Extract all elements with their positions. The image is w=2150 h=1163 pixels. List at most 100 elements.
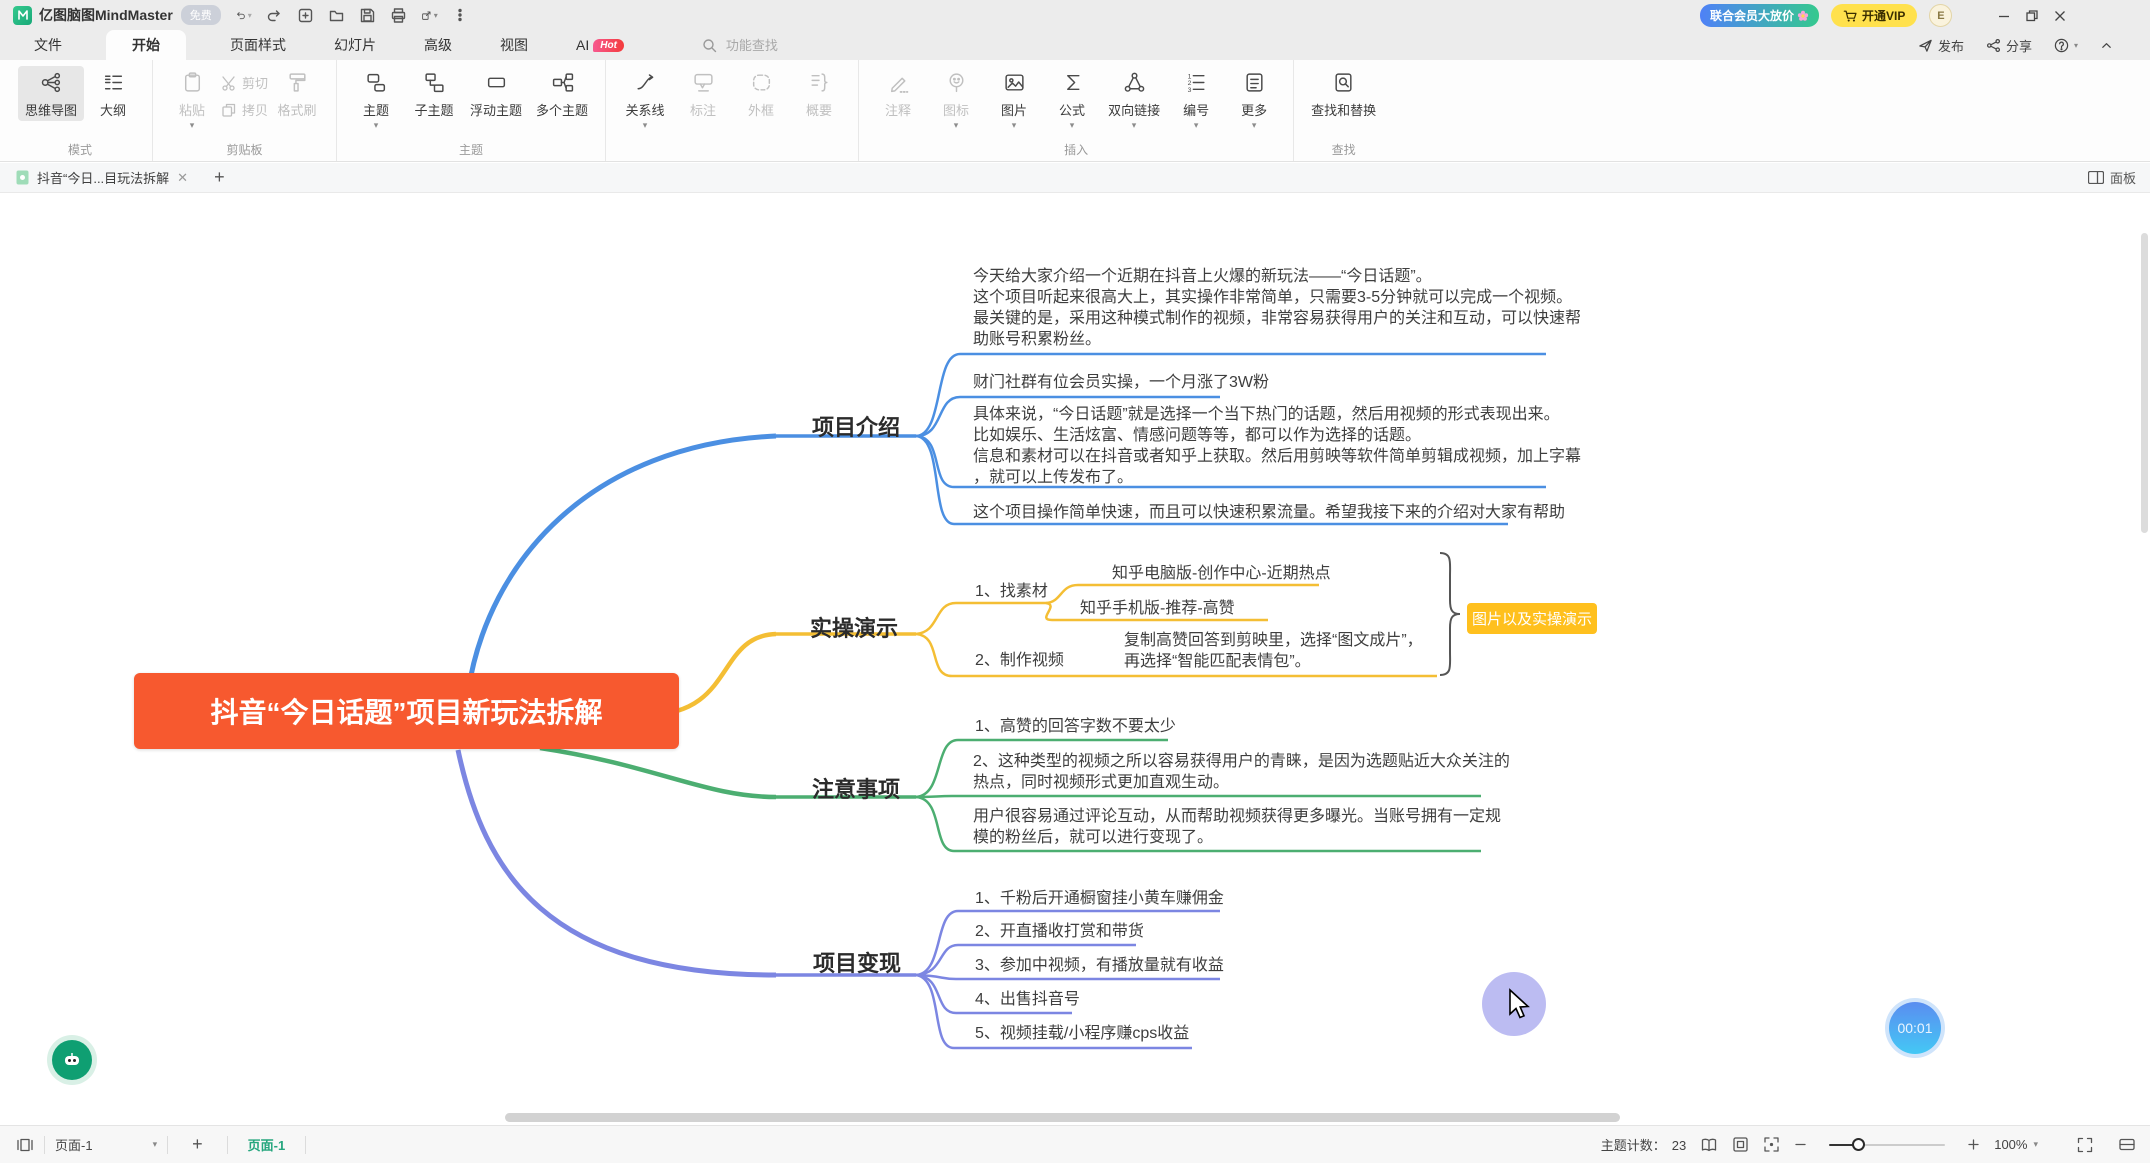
tab-file[interactable]: 文件	[30, 30, 66, 60]
topic-button[interactable]: 主题 ▾	[347, 66, 405, 132]
ai-assistant-button[interactable]	[47, 1035, 97, 1085]
more-quick-actions-icon[interactable]	[452, 7, 469, 24]
share-button[interactable]: 分享	[1986, 36, 2032, 55]
central-topic[interactable]: 抖音“今日话题”项目新玩法拆解	[134, 673, 679, 749]
presentation-preview-button[interactable]	[1763, 1136, 1780, 1153]
zoom-slider[interactable]	[1829, 1138, 1945, 1152]
topic-notes-2[interactable]: 2、这种类型的视频之所以容易获得用户的青睐，是因为选题贴近大众关注的 热点，同时…	[973, 751, 1510, 793]
add-page-button[interactable]: +	[178, 1134, 217, 1155]
format-painter-button[interactable]: 格式刷	[268, 66, 326, 121]
app-title: 亿图脑图MindMaster	[39, 5, 173, 25]
vertical-scrollbar[interactable]	[2141, 233, 2148, 533]
subtopic-button[interactable]: 子主题	[405, 66, 463, 121]
outline-mode-button[interactable]: 大纲	[84, 66, 142, 121]
more-insert-button[interactable]: 更多 ▾	[1225, 66, 1283, 132]
print-button[interactable]	[390, 7, 407, 24]
active-page-tab[interactable]: 页面-1	[238, 1135, 296, 1154]
branch-label-monetize[interactable]: 项目变现	[813, 946, 901, 978]
summary-button[interactable]: 概要	[790, 66, 848, 121]
icon-marker-button[interactable]: 图标 ▾	[927, 66, 985, 132]
minimize-button[interactable]	[1990, 5, 2018, 27]
topic-monetize-3[interactable]: 3、参加中视频，有播放量就有收益	[975, 955, 1224, 976]
topic-monetize-2[interactable]: 2、开直播收打赏和带货	[975, 921, 1144, 942]
zoom-level-dropdown[interactable]: 100%▾	[1994, 1137, 2038, 1152]
summary-topic[interactable]: 图片以及实操演示	[1467, 603, 1597, 634]
formula-button[interactable]: 公式 ▾	[1043, 66, 1101, 132]
member-promo-badge[interactable]: 联合会员大放价	[1700, 4, 1819, 27]
save-button[interactable]	[359, 7, 376, 24]
tab-home[interactable]: 开始	[106, 30, 186, 60]
document-tab[interactable]: 抖音“今日...目玩法拆解 ✕	[0, 163, 200, 192]
tab-ai[interactable]: AIHot	[572, 30, 628, 60]
topic-monetize-4[interactable]: 4、出售抖音号	[975, 989, 1080, 1010]
new-tab-button[interactable]: +	[214, 167, 225, 188]
topic-intro-2[interactable]: 财门社群有位会员实操，一个月涨了3W粉	[973, 372, 1269, 393]
search-icon	[702, 38, 717, 53]
numbering-button[interactable]: 123 编号 ▾	[1167, 66, 1225, 132]
multiple-topics-button[interactable]: 多个主题	[529, 66, 595, 121]
fit-to-window-button[interactable]	[1732, 1136, 1749, 1153]
paste-button[interactable]: 粘贴 ▾	[163, 66, 221, 132]
zoom-out-button[interactable]	[1794, 1138, 1807, 1151]
redo-button[interactable]	[266, 7, 283, 24]
horizontal-scrollbar[interactable]	[505, 1113, 1620, 1122]
find-replace-button[interactable]: 查找和替换	[1304, 66, 1383, 121]
topic-notes-1[interactable]: 1、高赞的回答字数不要太少	[975, 716, 1176, 737]
boundary-button[interactable]: 外框	[732, 66, 790, 121]
publish-button[interactable]: 发布	[1918, 36, 1964, 55]
tab-view[interactable]: 视图	[496, 30, 532, 60]
topic-intro-3[interactable]: 具体来说，“今日话题”就是选择一个当下热门的话题，然后用视频的形式表现出来。 比…	[973, 404, 1581, 488]
undo-button[interactable]: ▾	[235, 7, 252, 24]
user-avatar[interactable]: E	[1929, 4, 1952, 27]
page-select-dropdown[interactable]: 页面-1▾	[55, 1135, 157, 1154]
close-button[interactable]	[2046, 5, 2074, 27]
reading-view-button[interactable]	[1700, 1137, 1718, 1153]
floating-topic-button[interactable]: 浮动主题	[463, 66, 529, 121]
collapse-ribbon-button[interactable]	[2100, 39, 2113, 52]
restore-button[interactable]	[2018, 5, 2046, 27]
ribbon-group-topic: 主题 ▾ 子主题 浮动主题 多个主题 主题	[337, 60, 606, 161]
search-input[interactable]	[724, 37, 828, 54]
mouse-cursor	[1504, 988, 1534, 1022]
branch-label-demo[interactable]: 实操演示	[810, 611, 898, 643]
cut-button[interactable]: 剪切	[221, 73, 268, 92]
close-tab-icon[interactable]: ✕	[177, 170, 188, 186]
document-tab-bar: 抖音“今日...目玩法拆解 ✕ + 面板	[0, 163, 2150, 193]
zoom-slider-thumb[interactable]	[1852, 1138, 1865, 1151]
topic-demo-sub2[interactable]: 知乎手机版-推荐-高赞	[1080, 598, 1235, 619]
branch-label-notes[interactable]: 注意事项	[812, 772, 900, 804]
relationship-line-button[interactable]: 关系线 ▾	[616, 66, 674, 132]
panel-toggle-button[interactable]: 面板	[2088, 168, 2136, 187]
feature-search[interactable]	[702, 37, 828, 54]
zoom-in-button[interactable]	[1967, 1138, 1980, 1151]
export-share-button[interactable]: ▾	[421, 7, 438, 24]
tab-page-style[interactable]: 页面样式	[226, 30, 290, 60]
mindmap-mode-button[interactable]: 思维导图	[18, 66, 84, 121]
help-button[interactable]: ▾	[2054, 38, 2078, 53]
open-file-button[interactable]	[328, 7, 345, 24]
topic-demo-item1[interactable]: 1、找素材	[975, 581, 1048, 602]
topic-demo-item2[interactable]: 2、制作视频	[975, 650, 1064, 671]
tab-slides[interactable]: 幻灯片	[330, 30, 380, 60]
fullscreen-button[interactable]	[2076, 1136, 2094, 1154]
topic-demo-sub1[interactable]: 知乎电脑版-创作中心-近期热点	[1112, 563, 1331, 584]
mindmaster-app: 抖音“今日话题”项目新玩法拆解 项目介绍 今天给大家介绍一个近期在抖音上火爆的新…	[0, 0, 2150, 1163]
topic-notes-3[interactable]: 用户很容易通过评论互动，从而帮助视频获得更多曝光。当账号拥有一定规 模的粉丝后，…	[973, 806, 1501, 848]
topic-intro-4[interactable]: 这个项目操作简单快速，而且可以快速积累流量。希望我接下来的介绍对大家有帮助	[973, 502, 1565, 523]
tab-advanced[interactable]: 高级	[420, 30, 456, 60]
open-vip-button[interactable]: 开通VIP	[1831, 4, 1917, 27]
topic-intro-1[interactable]: 今天给大家介绍一个近期在抖音上火爆的新玩法——“今日话题”。 这个项目听起来很高…	[973, 266, 1581, 350]
branch-label-intro[interactable]: 项目介绍	[812, 410, 900, 442]
new-document-button[interactable]	[297, 7, 314, 24]
copy-button[interactable]: 拷贝	[221, 100, 268, 119]
bidirectional-link-button[interactable]: 双向链接 ▾	[1101, 66, 1167, 132]
topic-monetize-1[interactable]: 1、千粉后开通橱窗挂小黄车赚佣金	[975, 888, 1224, 909]
callout-button[interactable]: 标注	[674, 66, 732, 121]
split-view-button[interactable]	[2118, 1137, 2136, 1152]
picture-button[interactable]: 图片 ▾	[985, 66, 1043, 132]
recording-timer-bubble[interactable]: 00:01	[1885, 998, 1945, 1058]
comment-button[interactable]: 注释	[869, 66, 927, 121]
topic-monetize-5[interactable]: 5、视频挂载/小程序赚cps收益	[975, 1023, 1189, 1044]
topic-demo-sub3[interactable]: 复制高赞回答到剪映里，选择“图文成片”， 再选择“智能匹配表情包”。	[1124, 630, 1423, 672]
page-overview-button[interactable]	[16, 1137, 34, 1153]
